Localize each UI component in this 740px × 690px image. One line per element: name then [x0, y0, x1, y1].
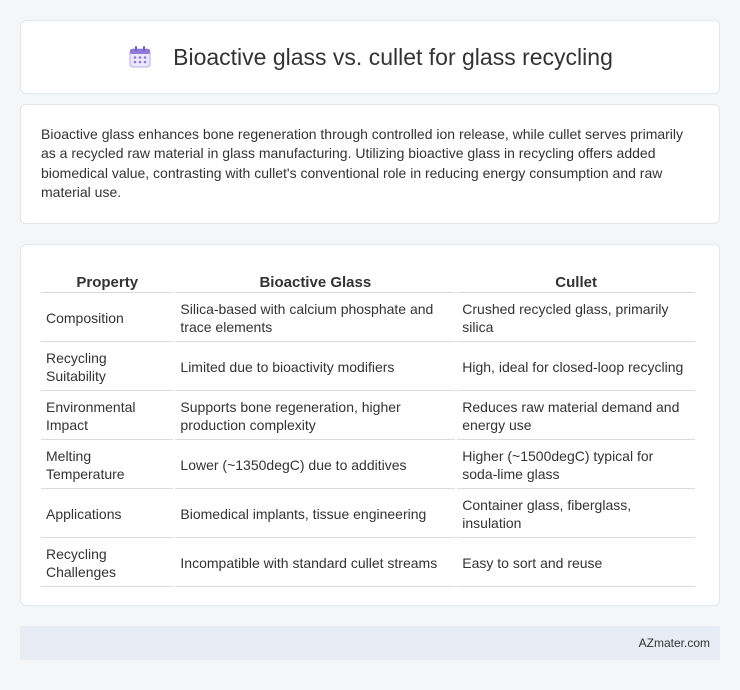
bioactive-glass-cell: Incompatible with standard cullet stream…: [175, 540, 456, 587]
property-cell: Composition: [41, 295, 174, 342]
cullet-cell: Container glass, fiberglass, insulation: [457, 491, 695, 538]
summary-text: Bioactive glass enhances bone regenerati…: [41, 126, 684, 201]
cullet-cell: Easy to sort and reuse: [457, 540, 695, 587]
bioactive-glass-cell: Supports bone regeneration, higher produ…: [175, 393, 456, 440]
page-title: Bioactive glass vs. cullet for glass rec…: [173, 43, 613, 70]
summary-card: Bioactive glass enhances bone regenerati…: [20, 104, 720, 224]
property-cell: Applications: [41, 491, 174, 538]
property-cell: Recycling Suitability: [41, 344, 174, 391]
table-row: Recycling Suitability Limited due to bio…: [41, 344, 695, 391]
table-row: Melting Temperature Lower (~1350degC) du…: [41, 442, 695, 489]
table-row: Environmental Impact Supports bone regen…: [41, 393, 695, 440]
comparison-table-card: Property Bioactive Glass Cullet Composit…: [20, 244, 720, 606]
property-cell: Melting Temperature: [41, 442, 174, 489]
table-header-row: Property Bioactive Glass Cullet: [41, 269, 695, 293]
cullet-cell: High, ideal for closed-loop recycling: [457, 344, 695, 391]
footer: AZmater.com: [20, 626, 720, 660]
property-cell: Environmental Impact: [41, 393, 174, 440]
title-card: Bioactive glass vs. cullet for glass rec…: [20, 20, 720, 94]
property-cell: Recycling Challenges: [41, 540, 174, 587]
title-wrap: Bioactive glass vs. cullet for glass rec…: [127, 44, 613, 71]
table-row: Recycling Challenges Incompatible with s…: [41, 540, 695, 587]
header-cullet: Cullet: [457, 269, 695, 293]
cullet-cell: Reduces raw material demand and energy u…: [457, 393, 695, 440]
header-property: Property: [41, 269, 174, 293]
cullet-cell: Crushed recycled glass, primarily silica: [457, 295, 695, 342]
bioactive-glass-cell: Biomedical implants, tissue engineering: [175, 491, 456, 538]
comparison-table: Property Bioactive Glass Cullet Composit…: [39, 267, 697, 589]
cullet-cell: Higher (~1500degC) typical for soda-lime…: [457, 442, 695, 489]
footer-brand[interactable]: AZmater.com: [639, 636, 710, 650]
bioactive-glass-cell: Silica-based with calcium phosphate and …: [175, 295, 456, 342]
table-row: Composition Silica-based with calcium ph…: [41, 295, 695, 342]
header-bioactive-glass: Bioactive Glass: [175, 269, 456, 293]
bioactive-glass-cell: Lower (~1350degC) due to additives: [175, 442, 456, 489]
calendar-icon: [127, 44, 153, 70]
table-row: Applications Biomedical implants, tissue…: [41, 491, 695, 538]
bioactive-glass-cell: Limited due to bioactivity modifiers: [175, 344, 456, 391]
